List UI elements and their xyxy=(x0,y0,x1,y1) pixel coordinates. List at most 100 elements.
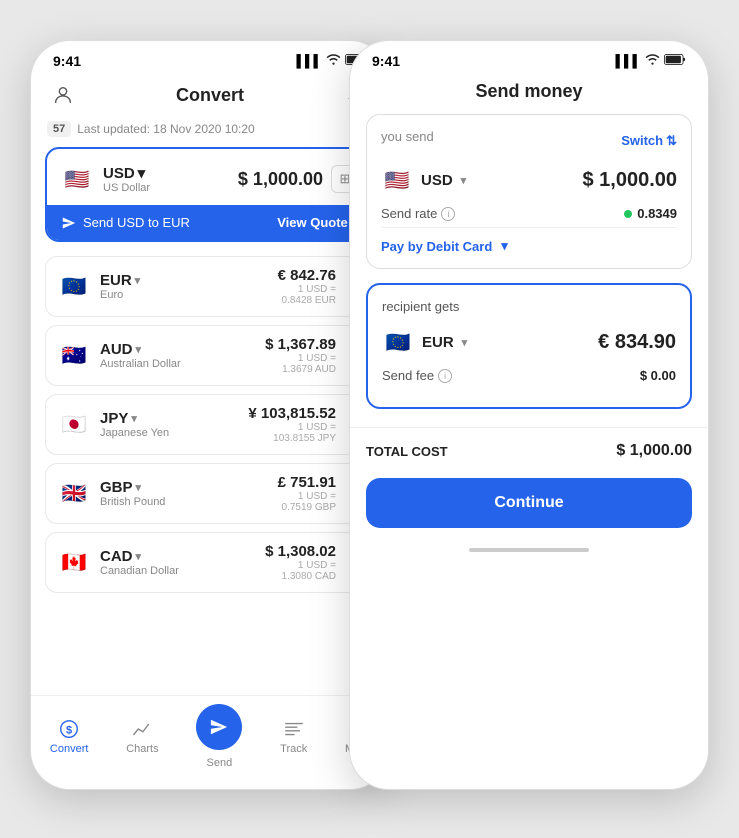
left-content: 57 Last updated: 18 Nov 2020 10:20 🇺🇸 US… xyxy=(31,121,389,789)
cad-rate: 1 USD =1.3080 CAD xyxy=(265,560,336,582)
list-item[interactable]: 🇪🇺 EUR ▾ Euro € 842.76 1 USD =0.8428 EUR xyxy=(45,256,375,317)
pay-method-row[interactable]: Pay by Debit Card ▾ xyxy=(381,228,677,254)
recipient-eur-flag: 🇪🇺 xyxy=(382,326,414,358)
update-badge: 57 xyxy=(47,121,71,137)
nav-label-send: Send xyxy=(207,757,233,769)
bottom-nav: $ Convert Charts Send Track xyxy=(31,695,389,789)
switch-button[interactable]: Switch ⇅ xyxy=(621,133,677,149)
send-rate-value: 0.8349 xyxy=(624,206,677,221)
pay-method-dropdown[interactable]: ▾ xyxy=(501,238,508,254)
jpy-code: JPY ▾ xyxy=(100,410,169,427)
last-updated-bar: 57 Last updated: 18 Nov 2020 10:20 xyxy=(45,121,375,137)
send-bar[interactable]: Send USD to EUR View Quote > xyxy=(47,205,373,240)
usd-flag: 🇺🇸 xyxy=(61,163,93,195)
cad-dropdown[interactable]: ▾ xyxy=(136,550,142,563)
green-dot-icon xyxy=(624,210,632,218)
aud-amounts: $ 1,367.89 1 USD =1.3679 AUD xyxy=(265,336,336,375)
right-phone: 9:41 ▌▌▌ Send money xyxy=(349,40,709,790)
signal-icon-right: ▌▌▌ xyxy=(615,54,641,68)
main-amount-block: $ 1,000.00 ⊞ xyxy=(238,165,359,193)
list-item[interactable]: 🇨🇦 CAD ▾ Canadian Dollar $ 1,308.02 1 US… xyxy=(45,532,375,593)
eur-amounts: € 842.76 1 USD =0.8428 EUR xyxy=(278,267,336,306)
gbp-info: 🇬🇧 GBP ▾ British Pound xyxy=(58,478,165,510)
aud-dropdown[interactable]: ▾ xyxy=(136,343,142,356)
svg-text:$: $ xyxy=(66,725,72,737)
send-money-content: you send Switch ⇅ 🇺🇸 USD ▾ $ 1,000.00 xyxy=(350,114,708,423)
cad-info: 🇨🇦 CAD ▾ Canadian Dollar xyxy=(58,547,179,579)
currency-list: 🇪🇺 EUR ▾ Euro € 842.76 1 USD =0.8428 EUR xyxy=(45,256,375,593)
jpy-name-block: JPY ▾ Japanese Yen xyxy=(100,410,169,439)
profile-icon[interactable] xyxy=(49,81,77,109)
gbp-full-name: British Pound xyxy=(100,496,165,508)
nav-item-track[interactable]: Track xyxy=(280,718,307,755)
cad-amount: $ 1,308.02 xyxy=(265,543,336,560)
send-currency-dropdown[interactable]: ▾ xyxy=(461,174,467,187)
eur-info: 🇪🇺 EUR ▾ Euro xyxy=(58,271,140,303)
send-bar-label: Send USD to EUR xyxy=(61,215,190,230)
you-send-currency-row: 🇺🇸 USD ▾ $ 1,000.00 xyxy=(381,164,677,196)
gbp-rate: 1 USD =0.7519 GBP xyxy=(278,491,336,513)
aud-rate: 1 USD =1.3679 AUD xyxy=(265,353,336,375)
eur-name-block: EUR ▾ Euro xyxy=(100,272,140,301)
battery-icon-right xyxy=(664,54,686,68)
continue-button[interactable]: Continue xyxy=(366,478,692,528)
send-currency-code: USD xyxy=(421,172,453,189)
nav-item-send[interactable]: Send xyxy=(196,704,242,769)
send-fee-row: Send fee i $ 0.00 xyxy=(382,358,676,393)
list-item[interactable]: 🇬🇧 GBP ▾ British Pound £ 751.91 1 USD =0… xyxy=(45,463,375,524)
view-quote-btn[interactable]: View Quote > xyxy=(277,215,359,230)
aud-code: AUD ▾ xyxy=(100,341,181,358)
you-send-card: you send Switch ⇅ 🇺🇸 USD ▾ $ 1,000.00 xyxy=(366,114,692,269)
left-phone: 9:41 ▌▌▌ Convert xyxy=(30,40,390,790)
send-currency-select[interactable]: 🇺🇸 USD ▾ xyxy=(381,164,466,196)
main-currency-info: 🇺🇸 USD ▾ US Dollar xyxy=(61,163,150,195)
main-currency-name-block: USD ▾ US Dollar xyxy=(103,164,150,194)
dropdown-arrow-main[interactable]: ▾ xyxy=(138,164,146,182)
jpy-full-name: Japanese Yen xyxy=(100,427,169,439)
main-currency-code: USD ▾ xyxy=(103,164,150,182)
total-cost-section: TOTAL COST $ 1,000.00 xyxy=(350,427,708,474)
aud-amount: $ 1,367.89 xyxy=(265,336,336,353)
send-fee-info-icon[interactable]: i xyxy=(438,369,452,383)
app-header-left: Convert xyxy=(31,73,389,121)
aud-name-block: AUD ▾ Australian Dollar xyxy=(100,341,181,370)
recipient-currency-select[interactable]: 🇪🇺 EUR ▾ xyxy=(382,326,467,358)
cad-flag: 🇨🇦 xyxy=(58,547,90,579)
jpy-info: 🇯🇵 JPY ▾ Japanese Yen xyxy=(58,409,169,441)
send-rate-label: Send rate i xyxy=(381,206,455,221)
wifi-icon-right xyxy=(645,54,660,68)
pay-method-label: Pay by Debit Card xyxy=(381,239,492,254)
jpy-amounts: ¥ 103,815.52 1 USD =103.8155 JPY xyxy=(248,405,336,444)
status-bar-left: 9:41 ▌▌▌ xyxy=(31,41,389,73)
send-fab[interactable] xyxy=(196,704,242,750)
eur-flag: 🇪🇺 xyxy=(58,271,90,303)
jpy-rate: 1 USD =103.8155 JPY xyxy=(248,422,336,444)
nav-item-convert[interactable]: $ Convert xyxy=(50,718,89,755)
aud-flag: 🇦🇺 xyxy=(58,340,90,372)
eur-dropdown[interactable]: ▾ xyxy=(135,274,141,287)
list-item[interactable]: 🇯🇵 JPY ▾ Japanese Yen ¥ 103,815.52 1 USD… xyxy=(45,394,375,455)
cad-name-block: CAD ▾ Canadian Dollar xyxy=(100,548,179,577)
status-bar-right: 9:41 ▌▌▌ xyxy=(350,41,708,73)
you-send-label: you send xyxy=(381,129,434,144)
recipient-currency-dropdown[interactable]: ▾ xyxy=(462,336,468,349)
main-card-top: 🇺🇸 USD ▾ US Dollar $ 1,000.00 xyxy=(47,149,373,205)
jpy-dropdown[interactable]: ▾ xyxy=(131,412,137,425)
nav-item-charts[interactable]: Charts xyxy=(126,718,158,755)
main-amount: $ 1,000.00 xyxy=(238,169,323,190)
gbp-dropdown[interactable]: ▾ xyxy=(136,481,142,494)
main-currency-card[interactable]: 🇺🇸 USD ▾ US Dollar $ 1,000.00 xyxy=(45,147,375,242)
wifi-icon xyxy=(326,54,341,68)
cad-code: CAD ▾ xyxy=(100,548,179,565)
eur-full-name: Euro xyxy=(100,289,140,301)
cad-right: $ 1,308.02 1 USD =1.3080 CAD ⋮ xyxy=(265,543,362,582)
status-icons-right: ▌▌▌ xyxy=(615,54,686,68)
nav-label-track: Track xyxy=(280,743,307,755)
status-time-left: 9:41 xyxy=(53,53,81,69)
send-amount[interactable]: $ 1,000.00 xyxy=(582,169,677,192)
send-rate-info-icon[interactable]: i xyxy=(441,207,455,221)
switch-icon: ⇅ xyxy=(666,133,677,149)
send-fee-label: Send fee i xyxy=(382,368,452,383)
page-title-left: Convert xyxy=(176,85,244,106)
list-item[interactable]: 🇦🇺 AUD ▾ Australian Dollar $ 1,367.89 1 … xyxy=(45,325,375,386)
